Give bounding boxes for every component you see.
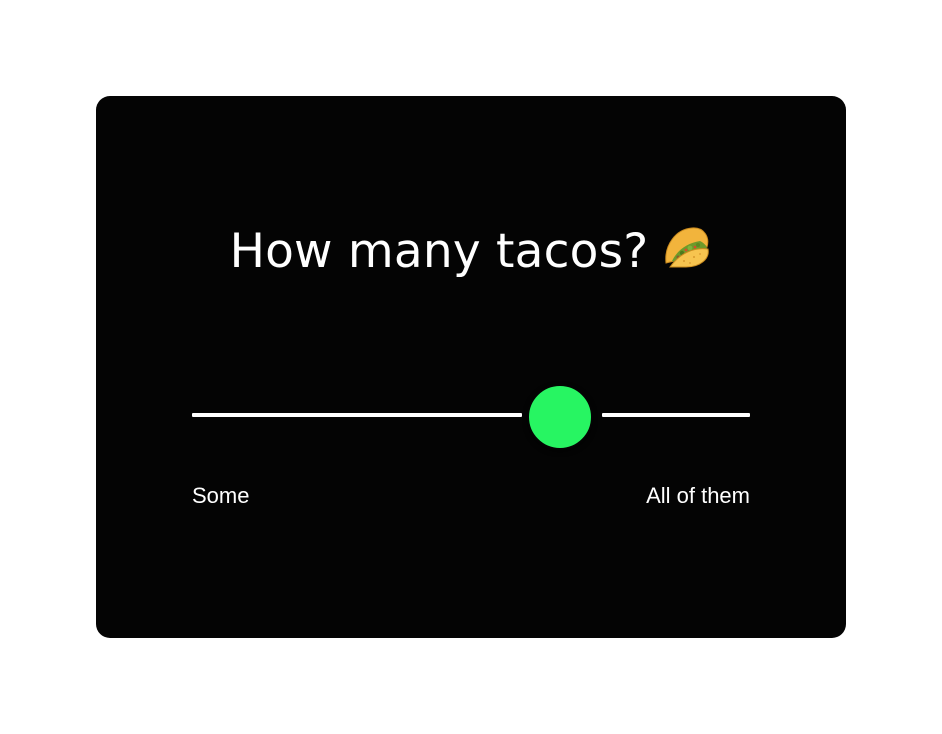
question-card	[96, 96, 846, 638]
slider-track-remaining[interactable]	[602, 413, 750, 417]
question-title: How many tacos?	[0, 222, 942, 284]
slider-max-label: All of them	[646, 483, 750, 508]
slider-track-filled[interactable]	[192, 413, 522, 417]
slider-min-label: Some	[192, 483, 250, 508]
taco-amount-slider[interactable]	[192, 384, 750, 450]
taco-icon	[660, 223, 712, 284]
question-title-text: How many tacos?	[229, 224, 649, 279]
slider-thumb[interactable]	[527, 384, 593, 450]
